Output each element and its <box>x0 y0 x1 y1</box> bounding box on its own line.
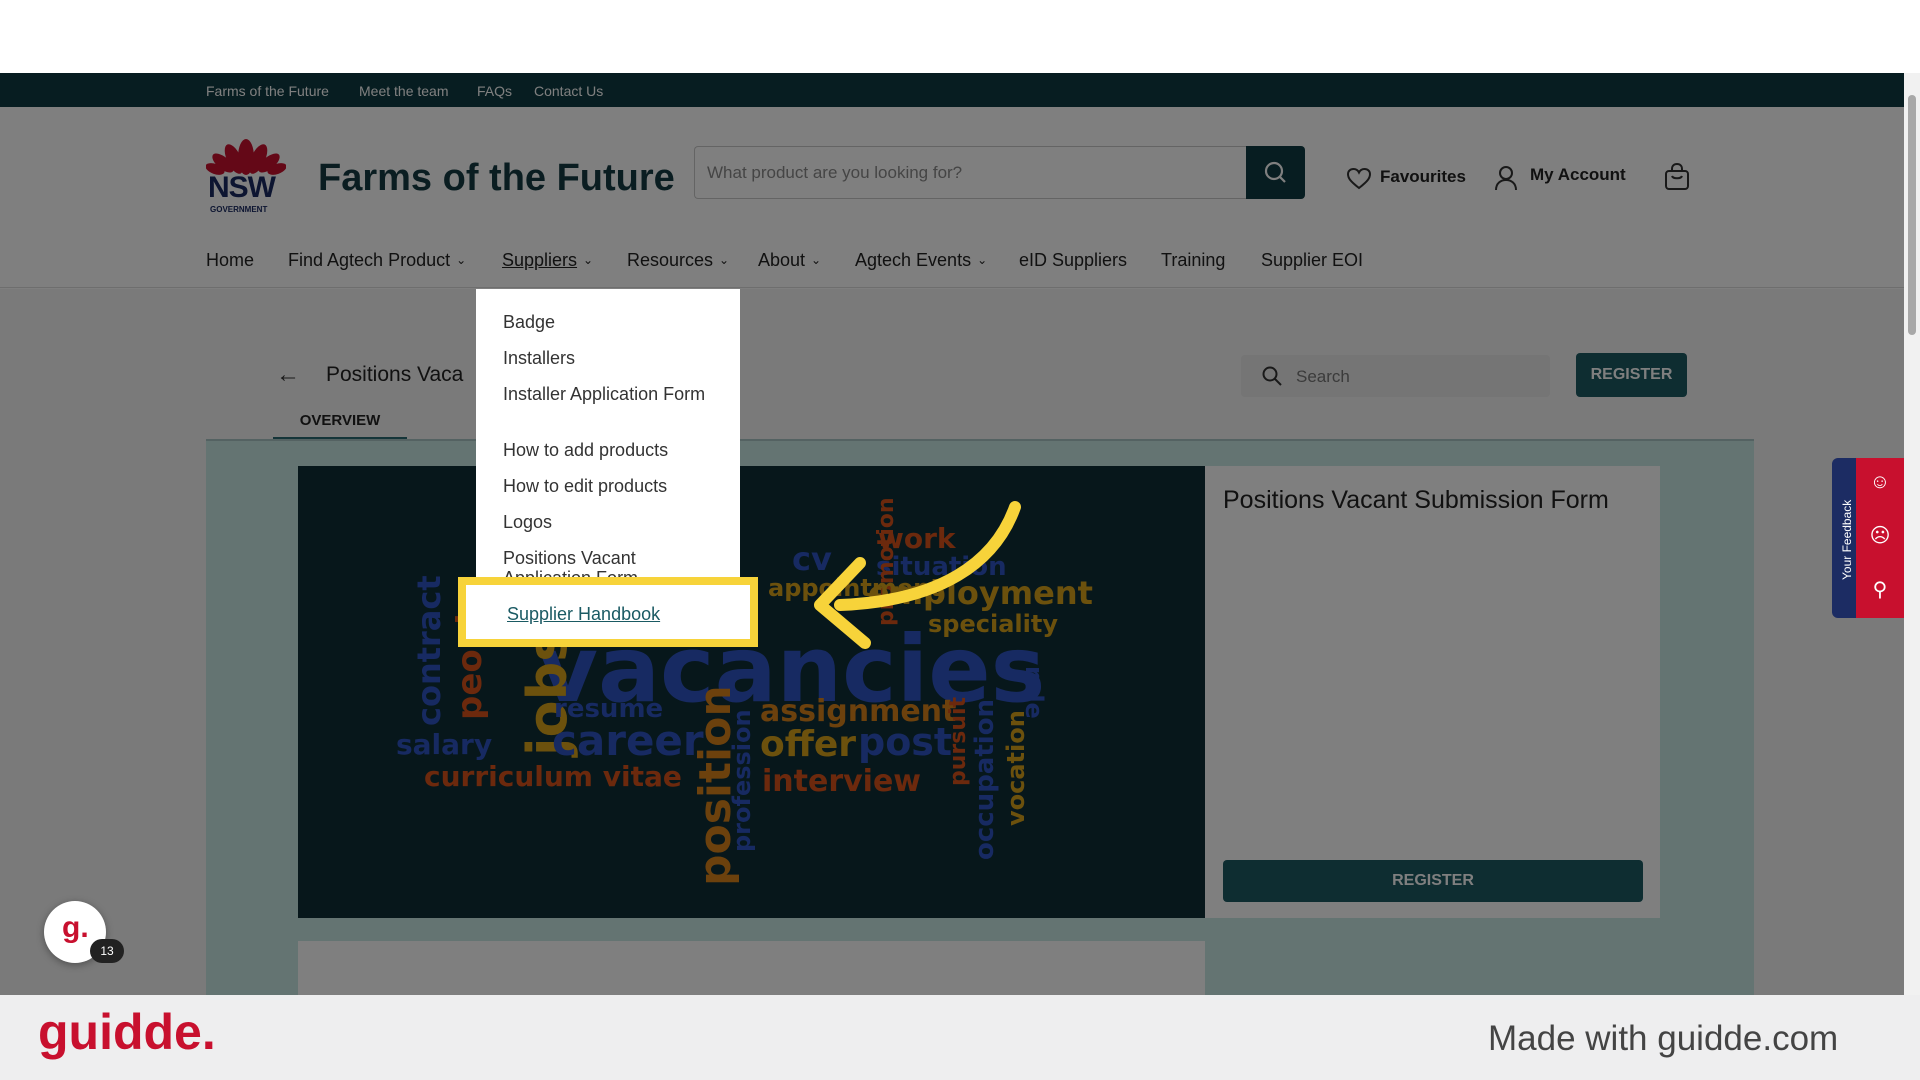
menu-item-logos[interactable]: Logos <box>503 512 723 532</box>
highlight-box: Supplier Handbook <box>458 577 758 647</box>
feedback-widget[interactable]: Your Feedback ☺ ☹ ⚲ <box>1832 458 1904 618</box>
guidde-logo: guidde. <box>38 1004 216 1060</box>
screenshot-stage: Farms of the Future Meet the team FAQs C… <box>0 0 1920 1080</box>
arrow-pointer-icon <box>814 501 1021 649</box>
scrollbar-thumb[interactable] <box>1908 95 1916 335</box>
guidde-step-count: 13 <box>90 939 124 963</box>
feedback-label: Your Feedback <box>1840 499 1854 580</box>
guidde-footer: guidde. Made with guidde.com <box>0 995 1920 1080</box>
menu-item-how-to-add-products[interactable]: How to add products <box>503 440 723 460</box>
menu-item-how-to-edit-products[interactable]: How to edit products <box>503 476 723 496</box>
menu-item-supplier-handbook[interactable]: Supplier Handbook <box>507 604 660 625</box>
feedback-tab[interactable]: Your Feedback <box>1832 458 1856 618</box>
suppliers-dropdown-menu: Badge Installers Installer Application F… <box>476 289 740 595</box>
made-with-text: Made with guidde.com <box>1488 1019 1839 1058</box>
smile-icon[interactable]: ☺ <box>1869 471 1891 493</box>
menu-item-installer-application-form[interactable]: Installer Application Form <box>503 384 723 404</box>
guidde-badge-logo: g. <box>62 911 89 944</box>
menu-item-badge[interactable]: Badge <box>503 312 723 332</box>
page-scrollbar[interactable] <box>1904 73 1920 995</box>
menu-item-installers[interactable]: Installers <box>503 348 723 368</box>
frown-icon[interactable]: ☹ <box>1869 525 1891 547</box>
browser-viewport: Farms of the Future Meet the team FAQs C… <box>0 73 1920 995</box>
feedback-actions: ☺ ☹ ⚲ <box>1856 458 1904 618</box>
lightbulb-icon[interactable]: ⚲ <box>1869 579 1891 601</box>
